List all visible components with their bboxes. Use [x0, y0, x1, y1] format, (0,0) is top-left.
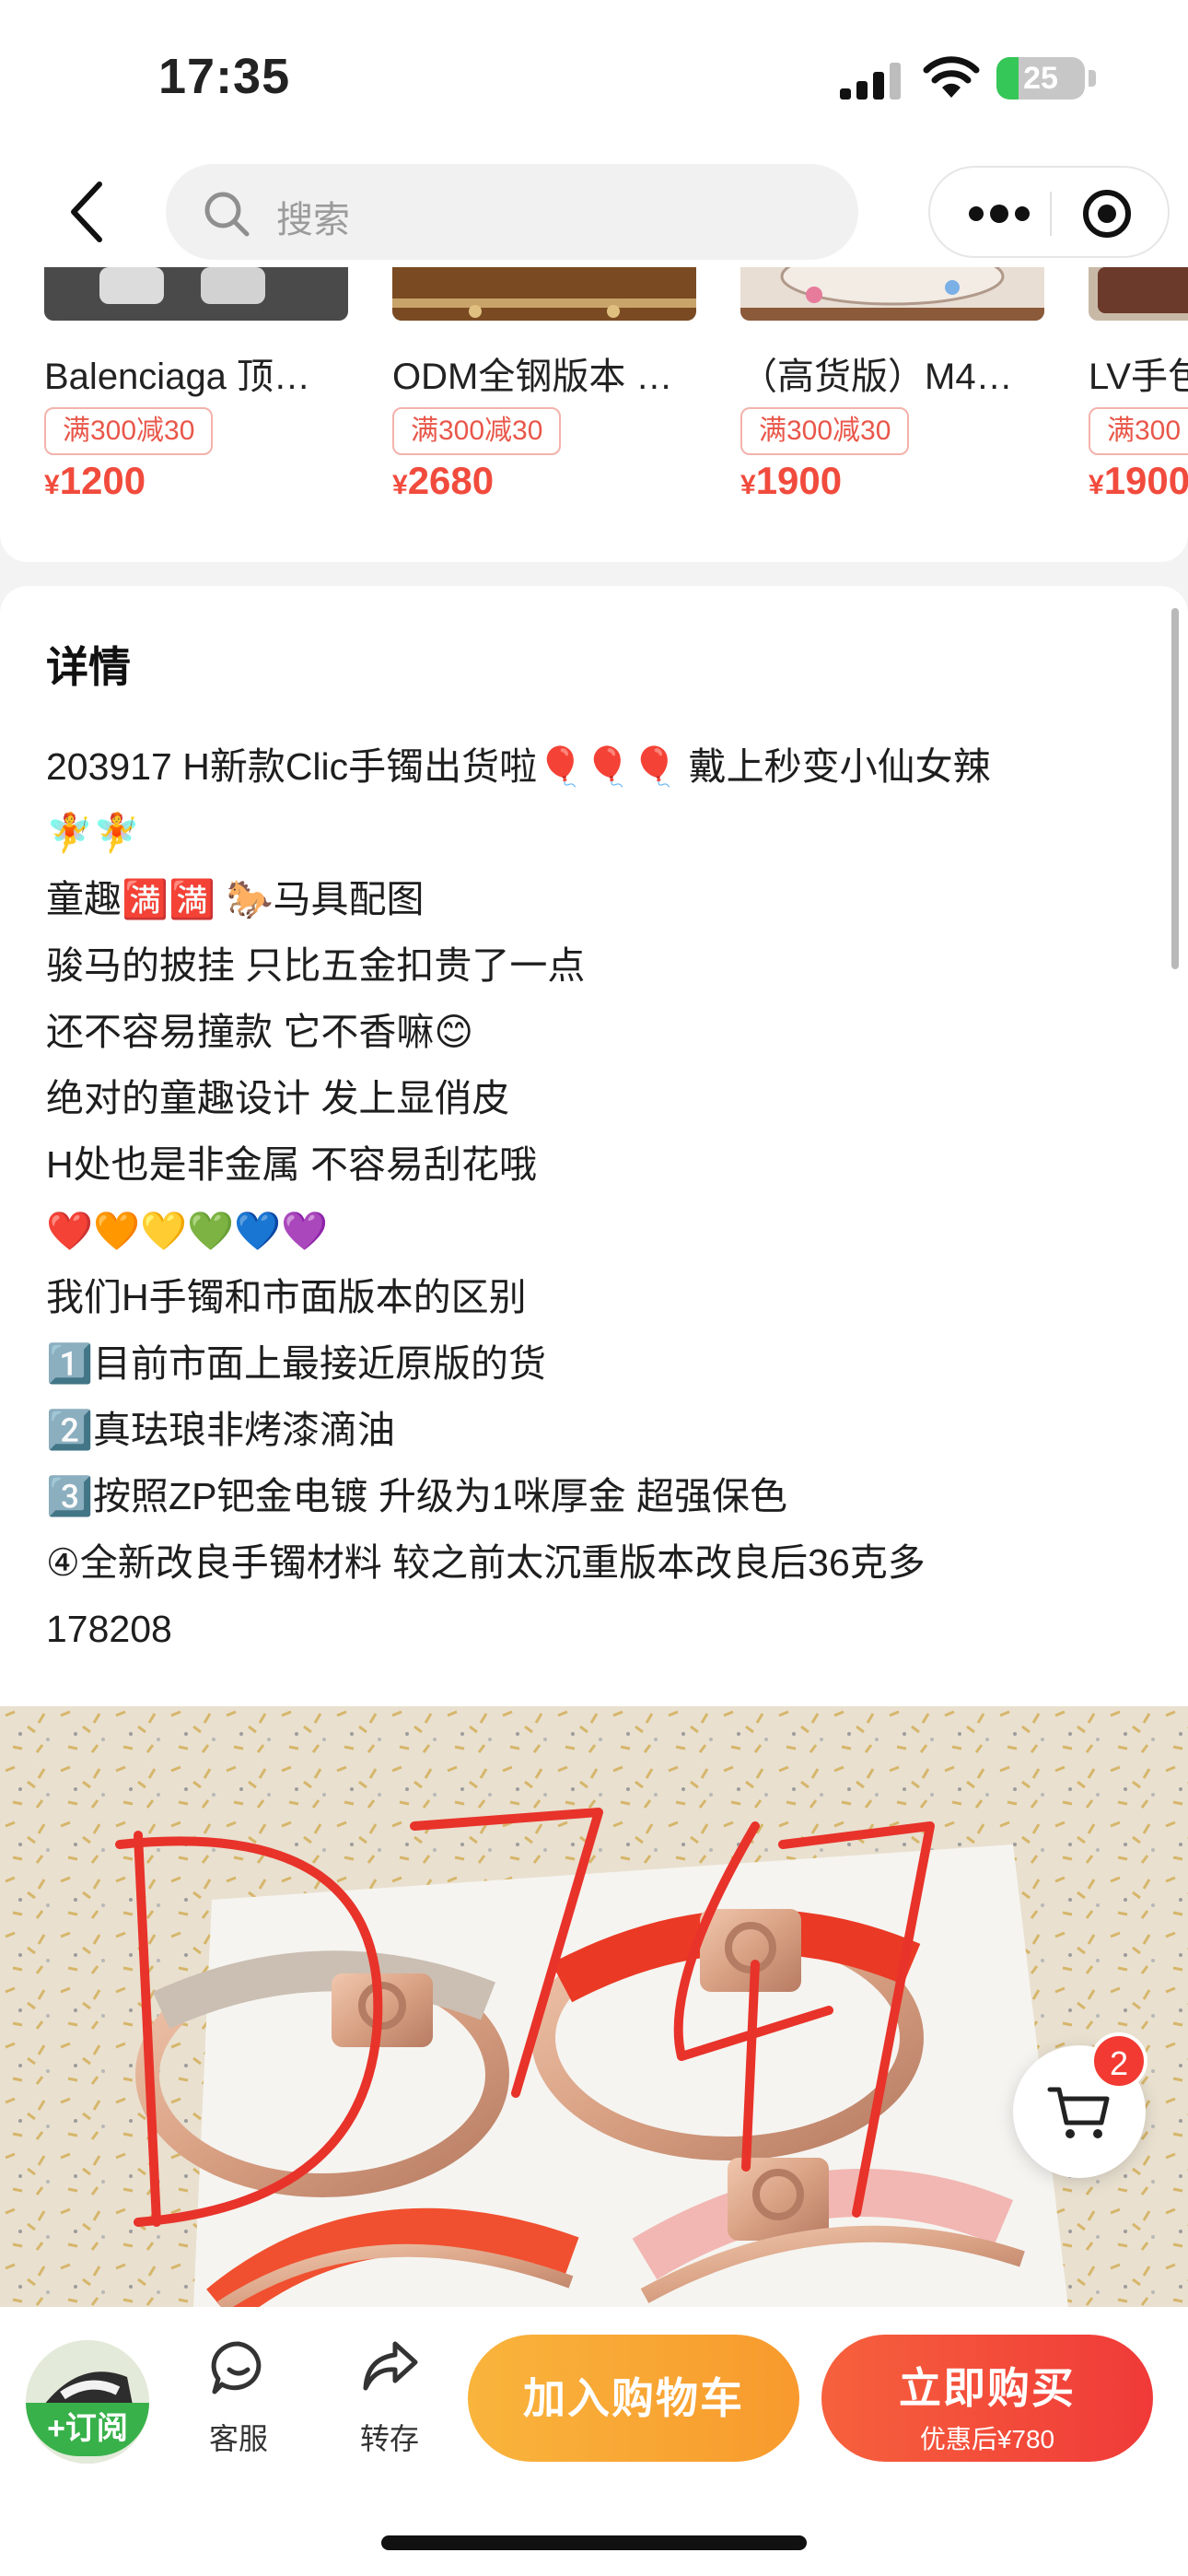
status-bar: 17:35 25	[0, 0, 1188, 157]
capsule-divider	[1050, 192, 1052, 236]
details-line: H处也是非金属 不容易刮花哦	[46, 1143, 537, 1186]
share-button[interactable]: 转存	[339, 2338, 440, 2476]
details-line: 3️⃣按照ZP钯金电镀 升级为1咪厚金 超强保色	[46, 1475, 788, 1517]
status-time: 17:35	[158, 49, 291, 104]
buy-now-button[interactable]: 立即购买 优惠后¥780	[821, 2335, 1153, 2462]
price-value: 2680	[407, 459, 495, 502]
details-line: 2️⃣真珐琅非烤漆滴油	[46, 1409, 396, 1451]
product-price: ¥1900	[1089, 459, 1188, 503]
more-icon[interactable]	[967, 201, 1031, 227]
share-label: 转存	[359, 2422, 419, 2455]
back-icon[interactable]	[59, 177, 125, 247]
details-line: 骏马的披挂 只比五金扣贵了一点	[46, 944, 586, 987]
discount-tag: 满300减30	[44, 407, 214, 455]
details-description: 203917 H新款Clic手镯出货啦🎈🎈🎈 戴上秒变小仙女辣 🧚🧚 童趣🈵🈵 …	[46, 733, 1151, 1662]
product-price: ¥2680	[392, 459, 494, 503]
search-placeholder: 搜索	[276, 200, 350, 240]
price-value: 1200	[59, 459, 146, 502]
battery-level-text: 25	[1023, 61, 1058, 96]
product-card[interactable]: ODM全钢版本 … 满300减30 ¥2680	[392, 267, 696, 562]
chat-bubble-icon	[211, 2341, 262, 2395]
price-currency: ¥	[1089, 470, 1104, 500]
discount-tag: 满300减30	[392, 407, 562, 455]
home-indicator	[381, 2535, 807, 2550]
product-title: （高货版）M4…	[740, 357, 1013, 397]
customer-service-button[interactable]: 客服	[188, 2338, 289, 2476]
product-thumbnail	[392, 267, 696, 321]
cart-icon	[1047, 2087, 1110, 2138]
recommended-products: Balenciaga 顶… 满300减30 ¥1200 ODM全钢版本 … 满3…	[0, 267, 1188, 562]
price-currency: ¥	[392, 470, 408, 500]
scroll-indicator[interactable]	[1171, 608, 1179, 969]
details-line: 1️⃣目前市面上最接近原版的货	[46, 1342, 547, 1385]
share-arrow-icon	[363, 2341, 418, 2391]
search-icon	[204, 192, 250, 237]
details-heading: 详情	[46, 643, 131, 691]
add-to-cart-button[interactable]: 加入购物车	[468, 2335, 799, 2462]
price-value: 1900	[755, 459, 843, 502]
product-title: LV手包	[1089, 357, 1188, 397]
details-line: ❤️🧡💛💚💙💜	[46, 1210, 329, 1252]
product-card[interactable]: （高货版）M4… 满300减30 ¥1900	[740, 267, 1044, 562]
customer-service-label: 客服	[208, 2422, 268, 2455]
details-line: ④全新改良手镯材料 较之前太沉重版本改良后36克多	[46, 1541, 926, 1584]
product-thumbnail	[740, 267, 1044, 321]
details-line: 童趣🈵🈵 🐎马具配图	[46, 878, 425, 920]
details-line: 203917 H新款Clic手镯出货啦🎈🎈🎈 戴上秒变小仙女辣	[46, 745, 991, 788]
battery-icon: 25	[996, 57, 1085, 100]
nav-bar: 搜索	[0, 157, 1188, 267]
buy-now-label: 立即购买	[899, 2364, 1076, 2412]
product-thumbnail	[1089, 267, 1188, 321]
discount-tag: 满300减30	[740, 407, 910, 455]
price-value: 1900	[1103, 459, 1188, 502]
product-card[interactable]: LV手包 满300 ¥1900	[1089, 267, 1188, 562]
product-price: ¥1900	[740, 459, 842, 503]
product-photo[interactable]	[0, 1706, 1188, 2307]
discount-tag: 满300	[1089, 407, 1188, 455]
wifi-icon	[923, 56, 980, 98]
product-title: Balenciaga 顶…	[44, 357, 311, 397]
product-photo-image	[0, 1706, 1188, 2307]
details-line: 我们H手镯和市面版本的区别	[46, 1276, 527, 1318]
cart-count-badge: 2	[1090, 2032, 1147, 2090]
search-input[interactable]: 搜索	[166, 164, 858, 260]
details-line: 🧚🧚	[46, 812, 141, 854]
product-thumbnail	[44, 267, 348, 321]
details-line: 绝对的童趣设计 发上显俏皮	[46, 1077, 510, 1119]
details-line: 178208	[46, 1608, 172, 1650]
details-panel: 详情 203917 H新款Clic手镯出货啦🎈🎈🎈 戴上秒变小仙女辣 🧚🧚 童趣…	[0, 586, 1188, 1710]
subscribe-button[interactable]: +订阅	[26, 2403, 149, 2456]
details-line: 还不容易撞款 它不香嘛😊	[46, 1011, 474, 1053]
product-title: ODM全钢版本 …	[392, 357, 673, 397]
close-target-icon[interactable]	[1081, 188, 1133, 240]
miniprogram-capsule	[928, 166, 1170, 258]
product-card[interactable]: Balenciaga 顶… 满300减30 ¥1200	[44, 267, 348, 562]
signal-icon	[840, 63, 901, 100]
discounted-price-label: 优惠后¥780	[919, 2425, 1055, 2453]
price-currency: ¥	[740, 470, 756, 500]
battery-cap	[1089, 70, 1096, 87]
product-price: ¥1200	[44, 459, 146, 503]
price-currency: ¥	[44, 470, 60, 500]
